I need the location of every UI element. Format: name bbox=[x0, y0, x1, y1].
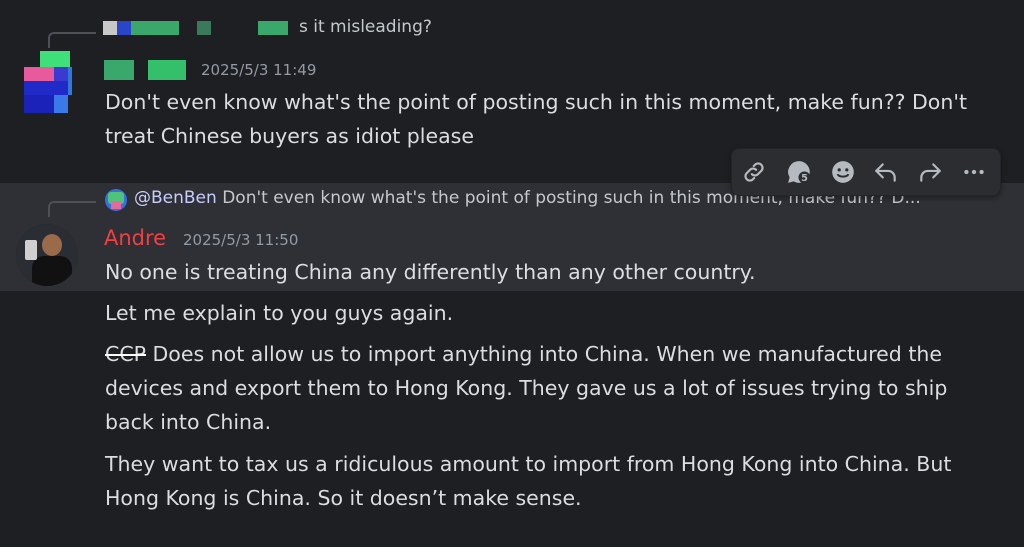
emoji-icon[interactable] bbox=[828, 157, 858, 187]
reply-avatar[interactable] bbox=[105, 189, 127, 211]
reply-mention[interactable]: @BenBen bbox=[134, 188, 217, 208]
reply-spine bbox=[48, 201, 96, 217]
timestamp[interactable]: 2025/5/3 11:50 bbox=[183, 231, 298, 249]
more-icon[interactable] bbox=[959, 157, 989, 187]
reply-icon[interactable] bbox=[871, 157, 901, 187]
reply-spine bbox=[48, 32, 96, 48]
reply-preview-text[interactable]: s it misleading? bbox=[299, 17, 432, 37]
message-text-line: No one is treating China any differently… bbox=[105, 260, 756, 284]
message-text-line: back into China. bbox=[105, 410, 272, 434]
redacted-word: CCP bbox=[105, 342, 146, 366]
message-text-line: Don't even know what's the point of post… bbox=[105, 90, 967, 114]
message-text-line: They want to tax us a ridiculous amount … bbox=[105, 452, 952, 476]
avatar[interactable] bbox=[24, 51, 72, 113]
svg-text:5: 5 bbox=[801, 173, 808, 184]
message-text-line: treat Chinese buyers as idiot please bbox=[105, 124, 474, 148]
thread-icon[interactable]: 5 bbox=[784, 157, 814, 187]
message-text-line: Let me explain to you guys again. bbox=[105, 301, 454, 325]
message-text-line: devices and export them to Hong Kong. Th… bbox=[105, 376, 948, 400]
author-name[interactable]: Andre bbox=[104, 226, 166, 250]
message-text-line: Hong Kong is China. So it doesn’t make s… bbox=[105, 486, 582, 510]
message-text-line: CCP Does not allow us to import anything… bbox=[105, 342, 942, 366]
message-action-toolbar: 5 bbox=[731, 148, 1001, 196]
timestamp[interactable]: 2025/5/3 11:49 bbox=[201, 61, 316, 79]
link-icon[interactable] bbox=[739, 157, 769, 187]
forward-icon[interactable] bbox=[915, 157, 945, 187]
avatar[interactable] bbox=[16, 224, 78, 286]
